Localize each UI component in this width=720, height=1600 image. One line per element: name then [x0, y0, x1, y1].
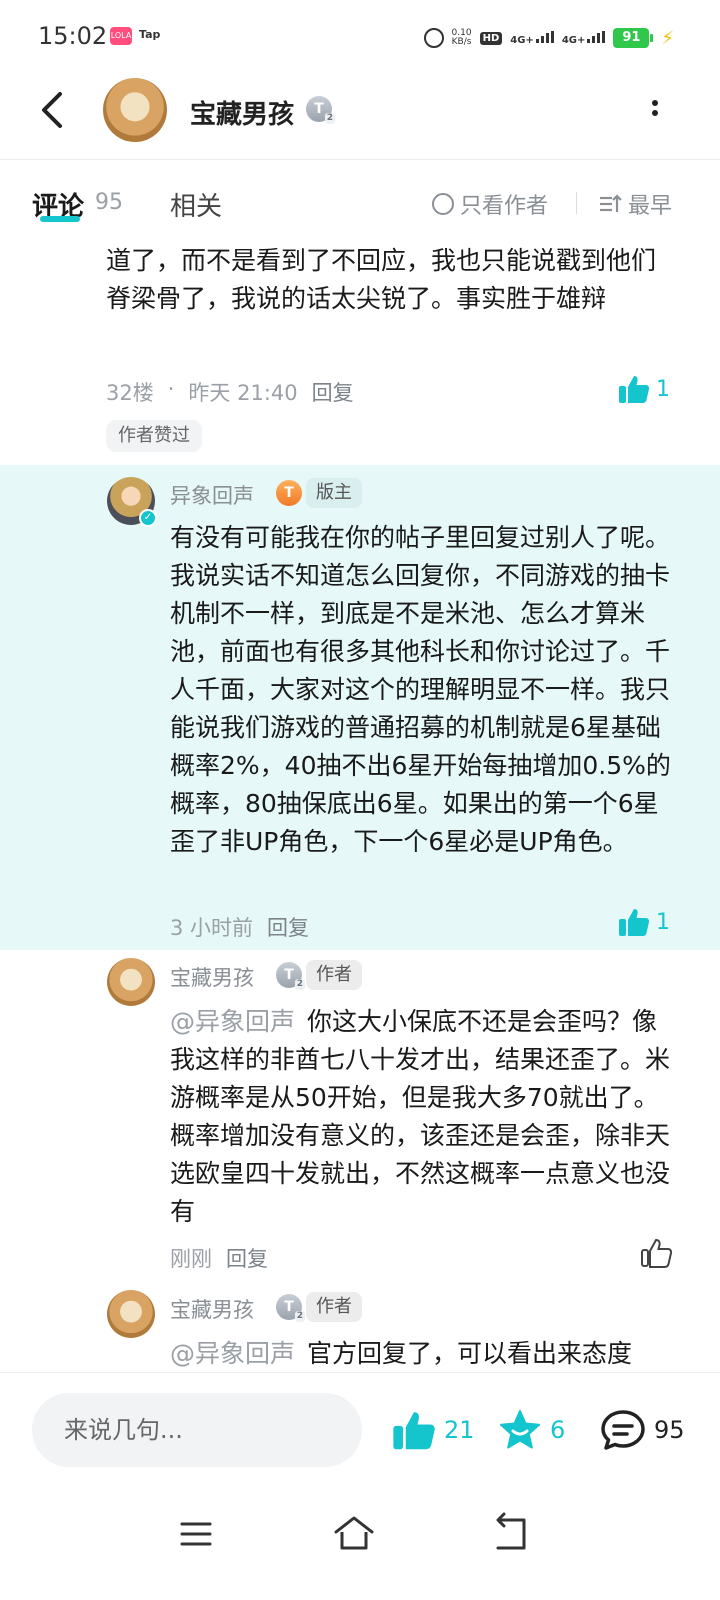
- thumb-up-icon[interactable]: [640, 1238, 672, 1268]
- avatar[interactable]: [107, 1290, 155, 1338]
- alarm-icon: [423, 28, 444, 48]
- reply-button[interactable]: 回复: [226, 1243, 268, 1273]
- avatar[interactable]: [107, 958, 155, 1006]
- network-type-2: 4G+: [562, 30, 606, 46]
- lola-app-icon: LOLA: [110, 27, 132, 45]
- mention[interactable]: @异象回声: [170, 1007, 295, 1036]
- menu-icon[interactable]: [172, 1510, 220, 1558]
- author-tag: 作者: [306, 960, 362, 990]
- author-name[interactable]: 宝藏男孩: [190, 94, 294, 131]
- sort-button[interactable]: 最早: [598, 190, 672, 219]
- sort-icon: [600, 194, 622, 212]
- moderator-tag: 版主: [306, 478, 362, 508]
- reply-text: 有没有可能我在你的帖子里回复过别人了呢。我说实话不知道怎么回复你，不同游戏的抽卡…: [170, 523, 671, 856]
- network-type-1: 4G+: [510, 30, 554, 46]
- verified-icon: ✓: [139, 509, 157, 527]
- home-icon[interactable]: [330, 1510, 378, 1558]
- author-only-toggle[interactable]: 只看作者: [432, 190, 548, 219]
- thumb-up-icon: [619, 376, 650, 403]
- reply-meta: 3 小时前 回复: [170, 912, 309, 942]
- avatar[interactable]: ✓: [107, 477, 157, 527]
- author-tag: 作者: [306, 1292, 362, 1322]
- bottom-action-bar: 来说几句... 21 6 95: [0, 1372, 720, 1490]
- author-avatar[interactable]: [103, 78, 167, 142]
- like-button[interactable]: 1: [618, 907, 670, 937]
- reply-meta: 刚刚 回复: [170, 1243, 268, 1273]
- like-button[interactable]: 1: [618, 374, 670, 404]
- meta-separator: ·: [167, 377, 175, 401]
- thumb-up-icon: [393, 1412, 435, 1450]
- back-icon[interactable]: [486, 1510, 534, 1558]
- reply-username[interactable]: 宝藏男孩: [170, 1294, 254, 1324]
- star-icon: [500, 1410, 540, 1449]
- signal-icon: [535, 30, 554, 43]
- divider: [576, 192, 577, 214]
- battery-icon: 91: [613, 28, 654, 48]
- comment-tabs: 评论 95 相关 只看作者 最早: [0, 180, 720, 228]
- network-speed: 0.10 KB/s: [451, 28, 472, 47]
- tap-app-icon: Tap: [139, 28, 161, 41]
- level-badge: T2: [276, 1294, 305, 1322]
- level-badge: T: [276, 480, 302, 506]
- reply-button[interactable]: 回复: [267, 912, 309, 942]
- more-vertical-icon[interactable]: [650, 96, 660, 126]
- comment-time: 昨天 21:40: [188, 381, 298, 405]
- hd-icon: HD: [479, 31, 503, 45]
- tab-related[interactable]: 相关: [170, 186, 222, 223]
- reply-text: @异象回声 官方回复了，可以看出来态度: [170, 1339, 633, 1368]
- charging-icon: ⚡: [661, 27, 674, 49]
- status-time: 15:02: [38, 22, 108, 50]
- signal-icon: [587, 30, 606, 43]
- reply-button[interactable]: 回复: [312, 377, 354, 407]
- reply-username[interactable]: 异象回声: [170, 480, 254, 510]
- level-badge: T2: [306, 96, 335, 124]
- post-like-button[interactable]: 21: [392, 1409, 475, 1451]
- back-arrow-icon[interactable]: [34, 90, 74, 130]
- comment-text: 道了，而不是看到了不回应，我也只能说戳到他们脊梁骨了，我说的话太尖锐了。事实胜于…: [106, 246, 657, 313]
- header: 宝藏男孩 T2: [0, 76, 720, 160]
- system-nav-bar: [0, 1490, 720, 1600]
- comment-count-button[interactable]: 95: [600, 1409, 685, 1451]
- thumb-up-icon: [619, 909, 650, 936]
- comment-bubble-icon: [601, 1410, 645, 1450]
- floor-number: 32楼: [106, 381, 154, 405]
- comments-count: 95: [95, 190, 123, 215]
- radio-icon: [432, 193, 454, 215]
- reply-username[interactable]: 宝藏男孩: [170, 962, 254, 992]
- author-liked-tag: 作者赞过: [106, 420, 202, 452]
- level-badge: T2: [276, 962, 305, 990]
- tab-active-indicator: [40, 216, 80, 222]
- reply-text: @异象回声 你这大小保底不还是会歪吗？像我这样的非酋七八十发才出，结果还歪了。米游…: [170, 1007, 671, 1226]
- favorite-button[interactable]: 6: [498, 1409, 565, 1451]
- status-indicators: 0.10 KB/s HD 4G+ 4G+ 91 ⚡: [423, 24, 674, 52]
- status-bar: 15:02 LOLA Tap 0.10 KB/s HD 4G+ 4G+ 91 ⚡: [0, 0, 720, 76]
- mention[interactable]: @异象回声: [170, 1339, 295, 1368]
- comment-meta: 32楼 · 昨天 21:40 回复: [106, 377, 354, 407]
- comment-input[interactable]: 来说几句...: [32, 1393, 362, 1467]
